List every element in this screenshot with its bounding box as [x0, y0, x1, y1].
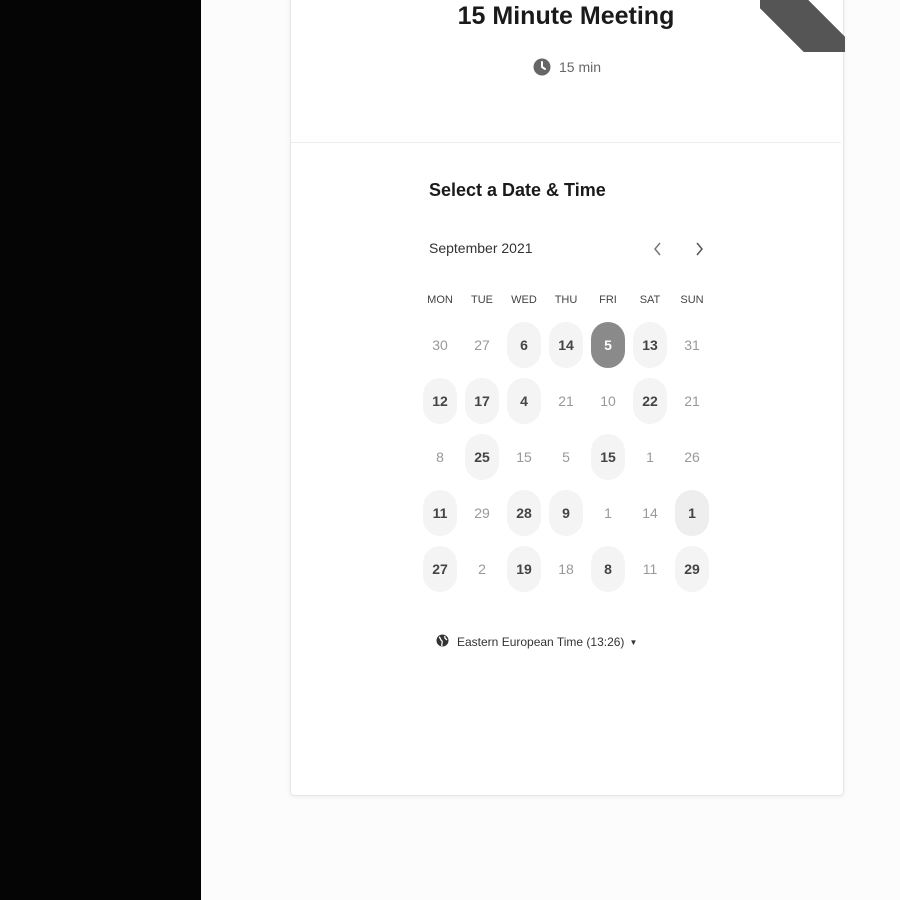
calendar-day-label: 12	[423, 378, 457, 424]
calendar-day[interactable]: 22	[629, 373, 671, 429]
calendar-day-label: 11	[642, 561, 658, 577]
calendar-day: 27	[461, 317, 503, 373]
event-duration: 15 min	[533, 58, 601, 76]
calendar-day-label: 27	[474, 337, 490, 353]
calendar-day[interactable]: 12	[419, 373, 461, 429]
weekday-label: FRI	[599, 294, 617, 306]
calendar-day-label: 2	[478, 561, 486, 577]
calendar-day-label: 4	[507, 378, 541, 424]
calendar-day-label: 28	[507, 490, 541, 536]
month-label: September 2021	[429, 240, 533, 256]
calendar-day[interactable]: 8	[587, 541, 629, 597]
weekday-header: MON TUE WED THU FRI SAT SUN	[419, 294, 713, 306]
calendar-day: 31	[671, 317, 713, 373]
calendar-day-label: 14	[549, 322, 583, 368]
calendar-day-label: 1	[675, 490, 709, 536]
calendar-day: 21	[545, 373, 587, 429]
calendar-day[interactable]: 4	[503, 373, 545, 429]
calendar-day: 1	[587, 485, 629, 541]
globe-icon	[436, 634, 449, 650]
header-divider	[291, 142, 841, 143]
calendar-day-label: 6	[507, 322, 541, 368]
calendar-day[interactable]: 27	[419, 541, 461, 597]
previous-month-button[interactable]	[647, 238, 669, 260]
calendar-day-label: 1	[604, 505, 612, 521]
calendar-day-label: 15	[591, 434, 625, 480]
calendar-day-label: 8	[436, 449, 444, 465]
calendar-day[interactable]: 28	[503, 485, 545, 541]
chevron-right-icon	[696, 242, 703, 256]
event-title: 15 Minute Meeting	[457, 2, 675, 30]
calendar-day[interactable]: 15	[587, 429, 629, 485]
calendar-day-label: 15	[516, 449, 532, 465]
calendar-day: 10	[587, 373, 629, 429]
calendar-day-label: 8	[591, 546, 625, 592]
calendar-day: 29	[461, 485, 503, 541]
weekday-label: SAT	[639, 294, 661, 306]
calendar-day-label: 18	[558, 561, 574, 577]
calendar-day-label: 1	[646, 449, 654, 465]
weekday-label: SUN	[680, 294, 704, 306]
next-month-button[interactable]	[688, 238, 710, 260]
left-pane	[0, 0, 201, 900]
weekday-label: THU	[554, 294, 578, 306]
calendar-day-label: 22	[633, 378, 667, 424]
month-navigation: September 2021	[429, 238, 719, 260]
calendar-day-label: 29	[675, 546, 709, 592]
calendar-day-label: 14	[642, 505, 658, 521]
calendar-day: 30	[419, 317, 461, 373]
calendar-day[interactable]: 5	[587, 317, 629, 373]
calendar-day-label: 30	[432, 337, 448, 353]
calendar-day: 18	[545, 541, 587, 597]
calendar-day-label: 5	[562, 449, 570, 465]
timezone-label: Eastern European Time (13:26)	[457, 635, 625, 649]
timezone-selector[interactable]: Eastern European Time (13:26) ▼	[436, 634, 637, 650]
calendar-day-label: 27	[423, 546, 457, 592]
calendar-day[interactable]: 13	[629, 317, 671, 373]
calendar-day: 2	[461, 541, 503, 597]
clock-icon	[533, 58, 551, 76]
calendar-day-label: 31	[684, 337, 700, 353]
chevron-left-icon	[654, 242, 661, 256]
calendar-day-label: 13	[633, 322, 667, 368]
calendar-day: 21	[671, 373, 713, 429]
calendar-day[interactable]: 1	[671, 485, 713, 541]
calendar-day[interactable]: 29	[671, 541, 713, 597]
calendar-day-label: 11	[423, 490, 457, 536]
calendar-day[interactable]: 9	[545, 485, 587, 541]
calendar-day: 1	[629, 429, 671, 485]
calendar-day-label: 19	[507, 546, 541, 592]
calendar-day[interactable]: 11	[419, 485, 461, 541]
calendar-day[interactable]: 6	[503, 317, 545, 373]
calendar-day: 8	[419, 429, 461, 485]
calendar-day[interactable]: 25	[461, 429, 503, 485]
calendar-day: 14	[629, 485, 671, 541]
select-date-heading: Select a Date & Time	[429, 180, 606, 200]
calendar-day-label: 21	[558, 393, 574, 409]
calendar-day-label: 5	[591, 322, 625, 368]
calendar-day-label: 9	[549, 490, 583, 536]
weekday-label: MON	[427, 294, 453, 306]
calendar-day: 11	[629, 541, 671, 597]
calendar-day-label: 10	[600, 393, 616, 409]
weekday-label: WED	[511, 294, 537, 306]
calendar-day-label: 29	[474, 505, 490, 521]
calendar-day[interactable]: 14	[545, 317, 587, 373]
calendar-day: 15	[503, 429, 545, 485]
caret-down-icon: ▼	[629, 637, 638, 647]
calendar-grid: 30 27 6 14 5 13 31 12 17 4 21 10 22 21 8 25 15 5 15 1 26 11 29…	[419, 317, 713, 597]
calendar-day-label: 17	[465, 378, 499, 424]
calendar-day[interactable]: 17	[461, 373, 503, 429]
calendar-day: 5	[545, 429, 587, 485]
calendar-day-label: 26	[684, 449, 700, 465]
calendar-day-label: 25	[465, 434, 499, 480]
calendar-day-label: 21	[684, 393, 700, 409]
weekday-label: TUE	[471, 294, 493, 306]
calendar-day[interactable]: 19	[503, 541, 545, 597]
duration-label: 15 min	[559, 59, 602, 75]
calendar-day: 26	[671, 429, 713, 485]
